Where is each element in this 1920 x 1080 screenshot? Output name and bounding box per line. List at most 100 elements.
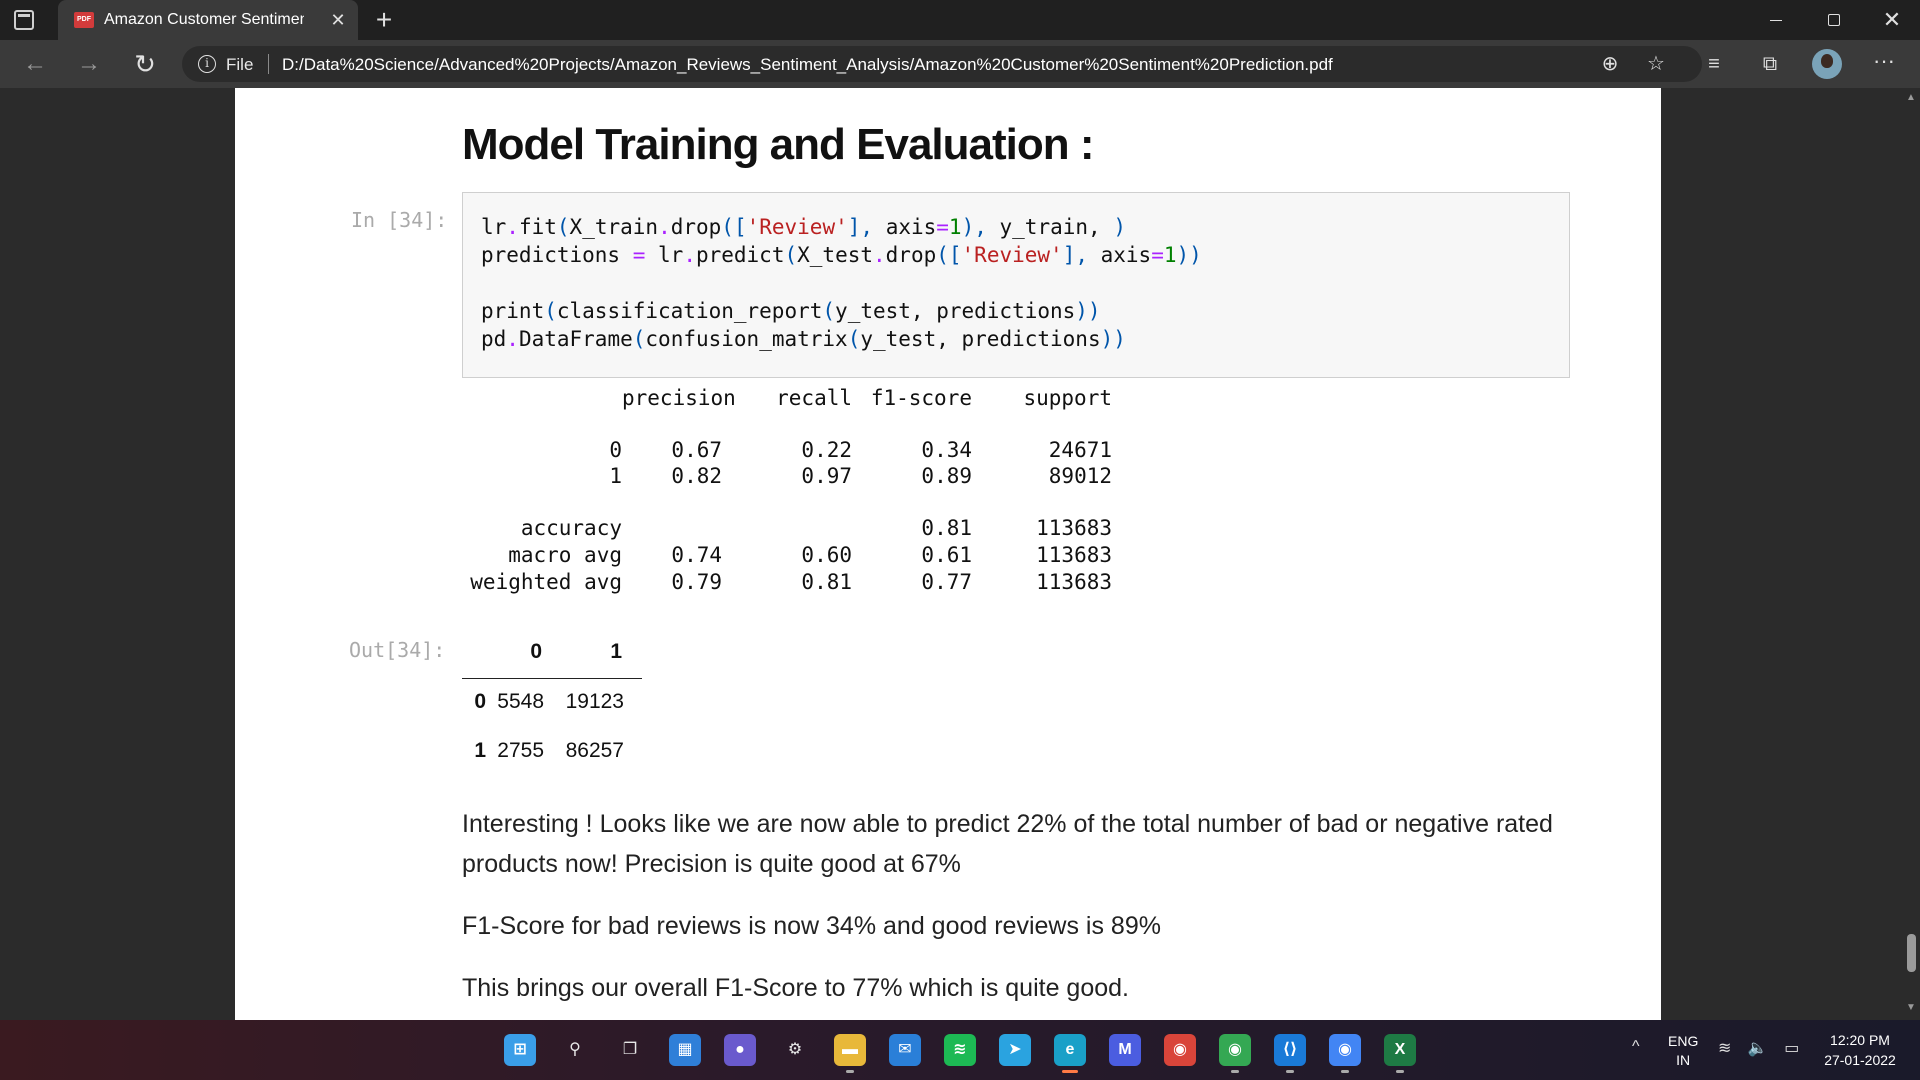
report-cell: 0.81: [921, 516, 972, 540]
table-cell: 5548: [497, 690, 544, 713]
report-cell: 89012: [1048, 464, 1112, 488]
table-cell: 86257: [565, 739, 624, 762]
region-code: IN: [1676, 1052, 1691, 1068]
report-cell: 0.89: [921, 464, 972, 488]
editor-icon[interactable]: M: [1109, 1034, 1141, 1066]
start-icon[interactable]: ⊞: [504, 1034, 536, 1066]
code-line: print(classification_report(y_test, pred…: [481, 299, 1101, 323]
running-indicator: [1231, 1070, 1239, 1073]
tab-actions-icon[interactable]: [14, 10, 34, 30]
report-cell: 0.74: [671, 543, 722, 567]
running-indicator: [1396, 1070, 1404, 1073]
report-cell: 0.22: [801, 438, 852, 462]
report-cell: 113683: [1036, 570, 1112, 594]
back-icon[interactable]: ←: [18, 48, 52, 80]
report-cell: 24671: [1048, 438, 1112, 462]
code-line: lr.fit(X_train.drop(['Review'], axis=1),…: [481, 215, 1126, 239]
address-separator: [268, 54, 269, 74]
report-cell: 0.60: [801, 543, 852, 567]
edge-icon[interactable]: e: [1054, 1034, 1086, 1066]
system-tray-icons[interactable]: ≋ 🔈 ▭: [1718, 1038, 1805, 1058]
table-cell: 19123: [565, 690, 624, 713]
report-cell: 0.82: [671, 464, 722, 488]
navigation-bar: ← → ↻ i File D:/Data%20Science/Advanced%…: [0, 40, 1920, 88]
settings-icon[interactable]: ⚙: [779, 1034, 811, 1066]
pdf-viewport: Model Training and Evaluation : In [34]:…: [0, 88, 1920, 1020]
report-header: recall: [776, 386, 852, 410]
section-heading: Model Training and Evaluation :: [462, 120, 1094, 169]
chrome-profile-icon[interactable]: ◉: [1219, 1034, 1251, 1066]
chrome-profile-2-icon[interactable]: ◉: [1329, 1034, 1361, 1066]
chrome-icon[interactable]: ◉: [1164, 1034, 1196, 1066]
spotify-icon[interactable]: ≋: [944, 1034, 976, 1066]
report-cell: 0.81: [801, 570, 852, 594]
language-indicator[interactable]: ENG IN: [1668, 1032, 1698, 1070]
close-window-button[interactable]: ✕: [1864, 0, 1920, 40]
scroll-up-icon[interactable]: ▲: [1906, 92, 1916, 103]
more-icon[interactable]: ···: [1870, 50, 1898, 78]
telegram-icon[interactable]: ➤: [999, 1034, 1031, 1066]
report-cell: 0.61: [921, 543, 972, 567]
table-column-header: 0: [530, 640, 542, 663]
report-cell: 0.34: [921, 438, 972, 462]
widgets-icon[interactable]: ▦: [669, 1034, 701, 1066]
address-bar[interactable]: i File D:/Data%20Science/Advanced%20Proj…: [182, 46, 1702, 82]
favorites-icon[interactable]: ≡: [1700, 50, 1728, 78]
scroll-down-icon[interactable]: ▼: [1906, 1002, 1916, 1013]
tab-title: Amazon Customer Sentiment Pre: [104, 11, 304, 28]
report-row-label: 0: [609, 438, 622, 462]
language-code: ENG: [1668, 1033, 1699, 1049]
zoom-icon[interactable]: ⊕: [1596, 50, 1624, 78]
clock-time: 12:20 PM: [1830, 1032, 1890, 1048]
task-view-icon[interactable]: ❐: [614, 1034, 646, 1066]
clock[interactable]: 12:20 PM 27-01-2022: [1810, 1030, 1910, 1070]
tray-overflow-icon[interactable]: ^: [1632, 1038, 1640, 1056]
report-row-label: macro avg: [508, 543, 622, 567]
file-explorer-icon[interactable]: ▬: [834, 1034, 866, 1066]
table-row-index: 1: [474, 739, 486, 762]
clock-date: 27-01-2022: [1824, 1052, 1896, 1068]
teams-chat-icon[interactable]: ●: [724, 1034, 756, 1066]
mail-icon[interactable]: ✉: [889, 1034, 921, 1066]
table-cell: 2755: [497, 739, 544, 762]
pdf-icon: PDF: [74, 12, 94, 28]
running-indicator: [1286, 1070, 1294, 1073]
table-divider: [462, 678, 642, 679]
input-prompt: In [34]:: [351, 208, 448, 232]
report-header: f1-score: [870, 386, 972, 410]
running-indicator: [846, 1070, 854, 1073]
profile-avatar[interactable]: [1812, 49, 1842, 79]
new-tab-button[interactable]: +: [368, 4, 400, 36]
vertical-scrollbar[interactable]: ▲ ▼: [1902, 88, 1920, 1020]
tab-close-button[interactable]: ✕: [326, 8, 350, 32]
info-icon[interactable]: i: [198, 55, 216, 73]
report-row-label: 1: [609, 464, 622, 488]
minimize-button[interactable]: [1748, 0, 1804, 40]
code-cell: lr.fit(X_train.drop(['Review'], axis=1),…: [462, 192, 1570, 378]
vscode-icon[interactable]: ⟨⟩: [1274, 1034, 1306, 1066]
url-text[interactable]: D:/Data%20Science/Advanced%20Projects/Am…: [282, 55, 1333, 75]
report-cell: 0.79: [671, 570, 722, 594]
code-line: predictions = lr.predict(X_test.drop(['R…: [481, 243, 1202, 267]
search-icon[interactable]: ⚲: [559, 1034, 591, 1066]
report-cell: 0.77: [921, 570, 972, 594]
paragraph: Interesting ! Looks like we are now able…: [462, 810, 1553, 878]
add-favorite-icon[interactable]: ☆: [1642, 50, 1670, 78]
report-cell: 0.97: [801, 464, 852, 488]
restore-button[interactable]: [1806, 0, 1862, 40]
scrollbar-thumb[interactable]: [1907, 934, 1916, 972]
table-row-index: 0: [474, 690, 486, 713]
running-indicator: [1341, 1070, 1349, 1073]
output-prompt: Out[34]:: [349, 638, 446, 662]
report-row-label: weighted avg: [470, 570, 622, 594]
paragraph: This brings our overall F1-Score to 77% …: [462, 974, 1129, 1002]
collections-icon[interactable]: ⧉: [1756, 50, 1784, 78]
excel-icon[interactable]: X: [1384, 1034, 1416, 1066]
classification-report: precision recall f1-score support 0 0.67…: [462, 386, 1362, 606]
table-column-header: 1: [610, 640, 622, 663]
tab-pdf-document[interactable]: PDF Amazon Customer Sentiment Pre ✕: [58, 0, 358, 40]
refresh-icon[interactable]: ↻: [128, 48, 162, 80]
forward-icon[interactable]: →: [72, 48, 106, 80]
taskbar: ⊞ ⚲ ❐ ▦ ● ⚙ ▬ ✉ ≋ ➤ e M ◉ ◉ ⟨⟩ ◉ X ^ ENG IN ≋ 🔈 ▭ 12:20 …: [0, 1020, 1920, 1080]
file-label: File: [226, 55, 254, 74]
